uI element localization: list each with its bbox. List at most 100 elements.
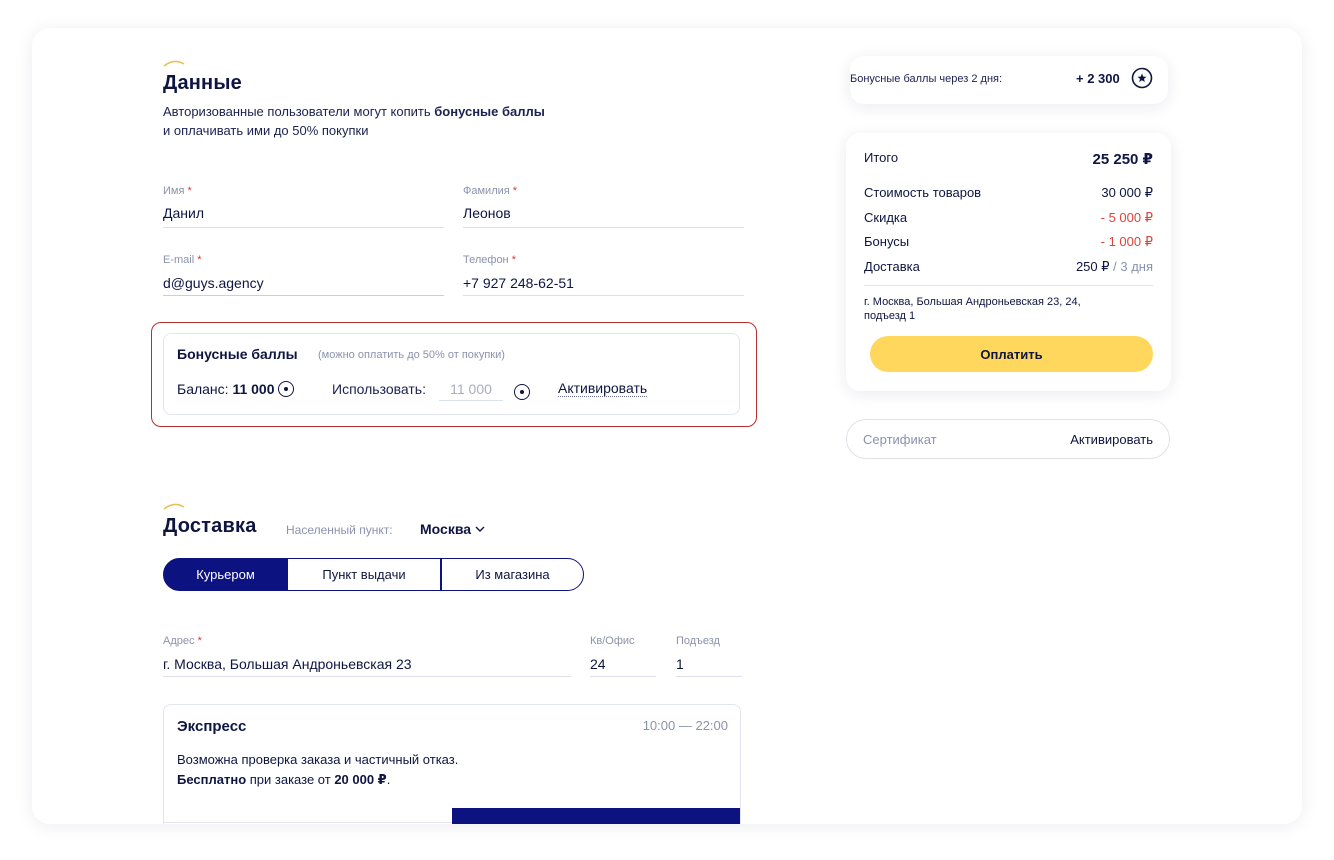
summary-divider [864,285,1153,286]
delivery-method-tabs: Курьером Пункт выдачи Из магазина [163,558,584,591]
summary-total-row: Итого 25 250 ₽ [864,150,1153,168]
express-divider [164,822,452,823]
delivery-days: / 3 дня [1109,259,1153,274]
pay-button[interactable]: Оплатить [870,336,1153,372]
summary-address-line1: г. Москва, Большая Андроньевская 23, 24, [864,296,1081,308]
bonus-box: Бонусные баллы (можно оплатить до 50% от… [163,333,740,415]
required-mark: * [197,254,202,266]
star-coin-icon [1131,67,1153,89]
future-bonus-label: Бонусные баллы через 2 дня: [850,73,1003,85]
bonus-use-label: Использовать: [332,381,426,397]
bonus-balance: Баланс: 11 000 [177,381,295,397]
tab-pickup-point[interactable]: Пункт выдачи [288,558,441,591]
express-free-note: Бесплатно при заказе от 20 000 ₽. [177,772,390,788]
bonus-note: (можно оплатить до 50% от покупки) [318,349,505,361]
swoosh-decoration-icon [163,60,185,67]
summary-address: г. Москва, Большая Андроньевская 23, 24,… [864,295,1081,323]
office-label: Кв/Офис [590,635,635,647]
subtitle-text: Авторизованные пользователи могут копить [163,104,435,119]
address-underline [163,676,571,677]
entrance-field[interactable]: 1 [676,656,684,672]
bonuses-label: Бонусы [864,234,910,249]
last-name-field[interactable]: Леонов [463,205,511,221]
email-underline-focused [163,295,444,296]
required-mark: * [512,185,518,197]
required-mark: * [197,635,202,647]
discount-label: Скидка [864,210,908,225]
total-value: 25 250 ₽ [1092,151,1153,168]
bonus-activate-link[interactable]: Активировать [558,380,648,397]
delivery-value: 250 ₽ / 3 дня [1076,259,1153,275]
total-label: Итого [864,150,899,165]
first-name-label: Имя * [163,185,192,197]
chevron-down-icon [475,526,485,532]
certificate-activate-button[interactable]: Активировать [1070,432,1153,447]
address-field[interactable]: г. Москва, Большая Андроньевская 23 [163,656,412,672]
address-label: Адрес * [163,635,202,647]
locality-dropdown[interactable]: Москва [420,521,485,537]
first-name-field[interactable]: Данил [163,205,204,221]
phone-underline [463,295,744,296]
future-bonus-card: Бонусные баллы через 2 дня: + 2 300 [850,56,1168,104]
express-delivery-option[interactable]: Экспресс 10:00 — 22:00 Возможна проверка… [163,704,741,824]
locality-label: Населенный пункт: [286,523,393,537]
bonus-title: Бонусные баллы [177,346,298,362]
delivery-section-title: Доставка [163,515,257,537]
last-name-underline [463,227,744,228]
future-bonus-value: + 2 300 [1076,71,1120,86]
order-summary-card: Итого 25 250 ₽ Стоимость товаров 30 000 … [846,133,1171,391]
free-end: . [386,772,391,787]
entrance-label: Подъезд [676,635,720,647]
items-value: 30 000 ₽ [1101,185,1153,200]
locality-value: Москва [420,521,472,537]
required-mark: * [511,254,516,266]
tab-courier[interactable]: Курьером [163,558,288,591]
first-name-label-text: Имя [163,185,185,197]
phone-field[interactable]: +7 927 248-62-51 [463,275,574,291]
phone-label-text: Телефон [463,254,509,266]
address-label-text: Адрес [163,635,195,647]
balance-label: Баланс: [177,381,229,397]
first-name-underline [163,227,444,228]
email-field[interactable]: d@guys.agency [163,275,264,291]
email-label-text: E-mail [163,254,195,266]
email-label: E-mail * [163,254,202,266]
certificate-placeholder: Сертификат [863,431,937,447]
data-section-subtitle: Авторизованные пользователи могут копить… [163,102,545,140]
summary-items-row: Стоимость товаров 30 000 ₽ [864,185,1153,201]
delivery-price: 250 ₽ [1075,259,1110,274]
required-mark: * [187,185,192,197]
swoosh-decoration-icon [163,503,185,510]
bonus-use-input[interactable]: 11 000 [439,381,503,401]
last-name-label-text: Фамилия [463,185,510,197]
express-title: Экспресс [177,718,247,735]
discount-value: - 5 000 ₽ [1100,210,1153,225]
bonus-coin-icon [278,381,295,397]
free-mid: при заказе от [246,772,335,787]
office-underline [590,676,656,677]
tab-from-store[interactable]: Из магазина [441,558,584,591]
subtitle-line2: и оплачивать ими до 50% покупки [163,123,369,138]
subtitle-bold-text: бонусные баллы [434,104,545,119]
summary-discount-row: Скидка - 5 000 ₽ [864,210,1153,226]
items-label: Стоимость товаров [864,185,982,200]
last-name-label: Фамилия * [463,185,517,197]
express-hours: 10:00 — 22:00 [642,718,728,733]
certificate-input[interactable]: Сертификат Активировать [846,419,1170,459]
free-amount: 20 000 ₽ [334,772,387,787]
express-description: Возможна проверка заказа и частичный отк… [177,752,459,767]
phone-label: Телефон * [463,254,516,266]
office-field[interactable]: 24 [590,656,606,672]
entrance-underline [676,676,742,677]
summary-delivery-row: Доставка 250 ₽ / 3 дня [864,259,1153,275]
bonus-coin-icon [514,384,530,400]
balance-value: 11 000 [232,381,275,397]
bonuses-value: - 1 000 ₽ [1100,234,1153,249]
free-bold: Бесплатно [177,772,247,787]
delivery-label: Доставка [864,259,920,274]
summary-bonuses-row: Бонусы - 1 000 ₽ [864,234,1153,250]
checkout-card: Данные Авторизованные пользователи могут… [32,28,1302,824]
summary-address-line2: подъезд 1 [864,310,916,322]
express-select-block[interactable] [452,808,740,824]
data-section-title: Данные [163,72,242,94]
